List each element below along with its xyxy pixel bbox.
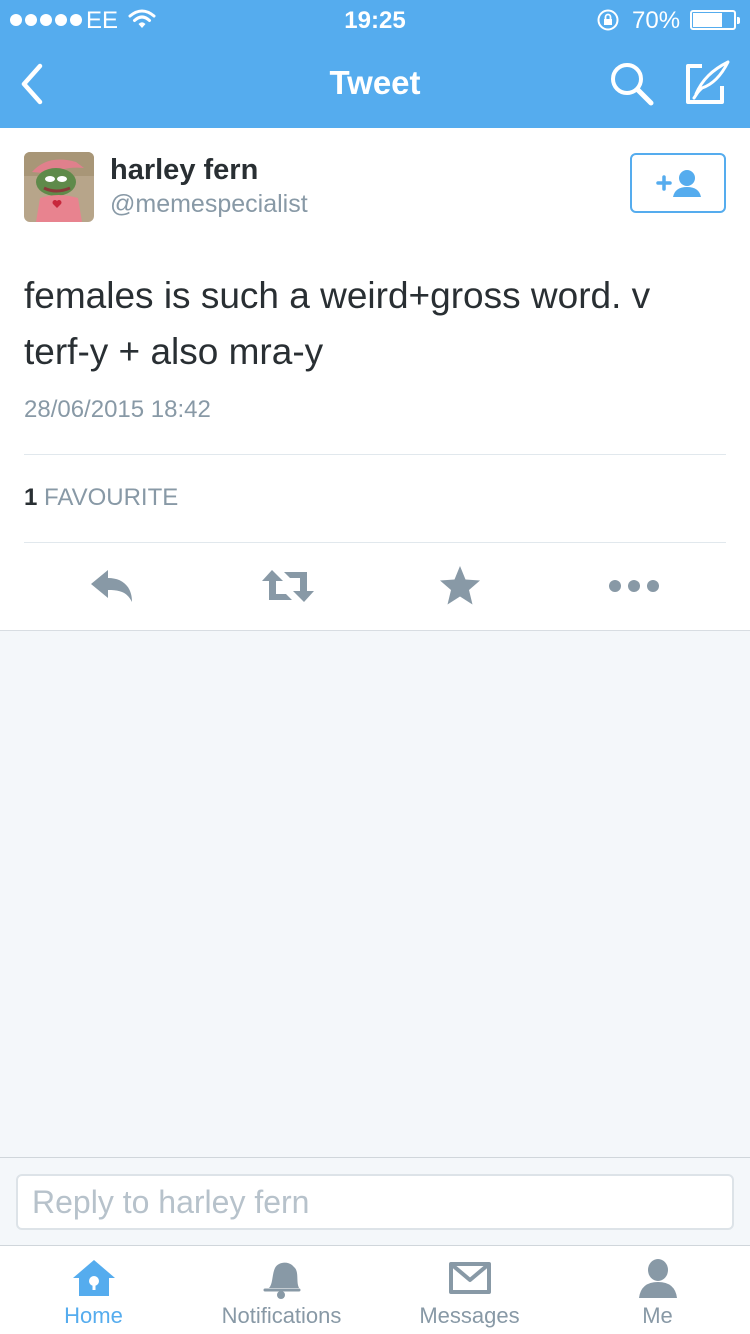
tab-messages[interactable]: Messages [376, 1246, 563, 1334]
person-icon [638, 1259, 677, 1298]
favourite-star-icon [440, 566, 480, 605]
tab-label-messages: Messages [419, 1303, 520, 1328]
chevron-left-icon [21, 63, 43, 105]
retweet-icon [262, 570, 314, 602]
tab-label-me: Me [642, 1303, 673, 1328]
bell-icon [263, 1262, 300, 1299]
divider [24, 542, 726, 543]
divider [24, 454, 726, 455]
envelope-icon [448, 1262, 491, 1294]
tweet-timestamp: 28/06/2015 18:42 [24, 396, 211, 423]
reply-button[interactable] [88, 564, 136, 608]
search-button[interactable] [608, 60, 656, 108]
compose-button[interactable] [682, 58, 732, 108]
avatar[interactable] [24, 152, 94, 222]
favourite-button[interactable] [438, 564, 486, 608]
reply-icon [91, 570, 132, 602]
compose-icon [686, 60, 730, 104]
more-button[interactable] [606, 564, 662, 608]
battery-icon [690, 10, 740, 30]
rotation-lock-icon [596, 8, 620, 39]
retweet-button[interactable] [260, 564, 316, 608]
tab-home[interactable]: Home [0, 1246, 187, 1334]
nav-bar: Tweet [0, 40, 750, 128]
tweet-text: females is such a weird+gross word. v te… [24, 275, 651, 372]
user-handle[interactable]: @memespecialist [110, 190, 308, 219]
tab-label-notifications: Notifications [221, 1303, 342, 1328]
reply-input[interactable] [16, 1174, 734, 1230]
reply-bar [0, 1157, 750, 1245]
tab-notifications[interactable]: Notifications [188, 1246, 375, 1334]
battery-percentage: 70% [632, 7, 681, 34]
tab-me[interactable]: Me [564, 1246, 750, 1334]
favourite-label: FAVOURITE [44, 484, 179, 511]
header: EE 19:25 70% Tweet [0, 0, 750, 128]
back-button[interactable] [14, 62, 54, 106]
more-icon [609, 580, 659, 592]
status-bar: EE 19:25 70% [0, 0, 750, 40]
favourite-count: 1 [24, 484, 38, 511]
tab-bar: Home Notifications Messages Me [0, 1245, 750, 1334]
favourite-stats[interactable]: 1 FAVOURITE [24, 484, 178, 512]
add-user-icon [656, 170, 701, 197]
follow-button[interactable] [630, 153, 726, 213]
tab-label-home: Home [64, 1303, 123, 1328]
display-name[interactable]: harley fern [110, 154, 258, 187]
home-icon [72, 1260, 115, 1296]
avatar-image [24, 152, 94, 222]
search-icon [611, 63, 654, 106]
tweet-card: harley fern @memespecialist females is s… [0, 128, 750, 631]
